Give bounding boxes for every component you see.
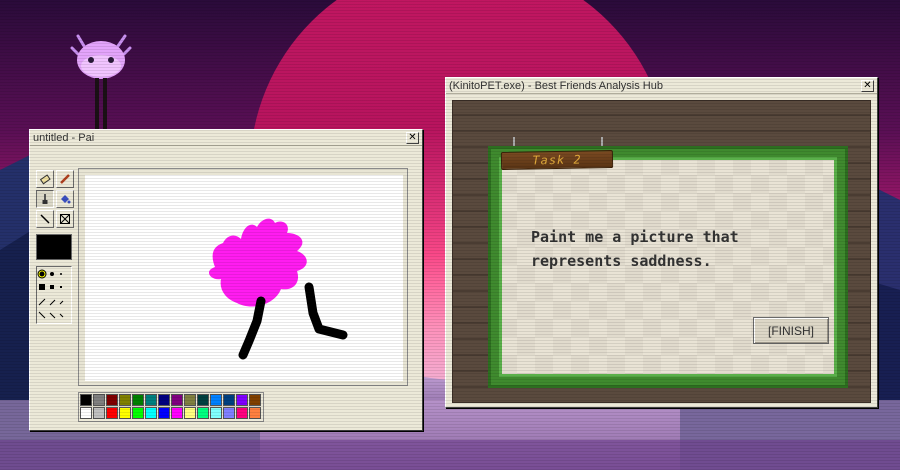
task-prompt: Paint me a picture that represents saddn… xyxy=(531,228,739,270)
hub-titlebar[interactable]: (KinitoPET.exe) - Best Friends Analysis … xyxy=(446,78,877,94)
palette-swatch[interactable] xyxy=(145,394,157,406)
palette-swatch[interactable] xyxy=(132,407,144,419)
palette-swatch[interactable] xyxy=(223,394,235,406)
palette-swatch[interactable] xyxy=(93,407,105,419)
analysis-hub-window: (KinitoPET.exe) - Best Friends Analysis … xyxy=(445,77,878,408)
palette-swatch[interactable] xyxy=(249,407,261,419)
pencil-tool-icon[interactable] xyxy=(56,170,74,188)
paint-canvas-area xyxy=(78,168,408,386)
task-label: Task 2 xyxy=(532,152,582,168)
paint-titlebar[interactable]: untitled - Pai ✕ xyxy=(30,130,422,146)
fill-bucket-tool-icon[interactable] xyxy=(56,190,74,208)
hub-window-title: (KinitoPET.exe) - Best Friends Analysis … xyxy=(449,79,663,92)
palette-swatch[interactable] xyxy=(184,394,196,406)
palette-swatch[interactable] xyxy=(80,407,92,419)
paint-canvas[interactable] xyxy=(85,175,403,381)
palette-swatch[interactable] xyxy=(158,407,170,419)
palette-swatch[interactable] xyxy=(171,394,183,406)
palette-swatch[interactable] xyxy=(171,407,183,419)
paint-close-button[interactable]: ✕ xyxy=(406,131,419,144)
task-frame: Paint me a picture that represents saddn… xyxy=(491,149,845,385)
hub-wood-panel: Paint me a picture that represents saddn… xyxy=(452,100,871,403)
palette-swatch[interactable] xyxy=(132,394,144,406)
palette-swatch[interactable] xyxy=(184,407,196,419)
palette-swatch[interactable] xyxy=(119,407,131,419)
palette-swatch[interactable] xyxy=(210,407,222,419)
palette-swatch[interactable] xyxy=(236,407,248,419)
palette-swatch[interactable] xyxy=(119,394,131,406)
palette-swatch[interactable] xyxy=(249,394,261,406)
rectangle-tool-icon[interactable] xyxy=(56,210,74,228)
line-tool-icon[interactable] xyxy=(36,210,54,228)
palette-swatch[interactable] xyxy=(80,394,92,406)
palette-swatch[interactable] xyxy=(210,394,222,406)
palette-swatch[interactable] xyxy=(236,394,248,406)
palette-swatch[interactable] xyxy=(223,407,235,419)
brush-tool-icon[interactable] xyxy=(36,190,54,208)
palette-swatch[interactable] xyxy=(197,407,209,419)
paint-toolbox xyxy=(34,168,74,456)
task-sign: Task 2 xyxy=(500,150,614,170)
palette-swatch[interactable] xyxy=(106,394,118,406)
eraser-tool-icon[interactable] xyxy=(36,170,54,188)
finish-button[interactable]: [FINISH] xyxy=(753,317,829,344)
color-palette xyxy=(78,392,264,422)
palette-swatch[interactable] xyxy=(158,394,170,406)
current-color-swatch xyxy=(36,234,72,260)
brush-size-options[interactable] xyxy=(36,266,72,324)
palette-swatch[interactable] xyxy=(197,394,209,406)
drawing-blob xyxy=(208,218,307,307)
palette-swatch[interactable] xyxy=(93,394,105,406)
paint-window-title: untitled - Pai xyxy=(33,131,95,144)
paint-window: untitled - Pai ✕ xyxy=(29,129,423,431)
palette-swatch[interactable] xyxy=(106,407,118,419)
palette-swatch[interactable] xyxy=(145,407,157,419)
hub-close-button[interactable]: ✕ xyxy=(861,79,874,92)
